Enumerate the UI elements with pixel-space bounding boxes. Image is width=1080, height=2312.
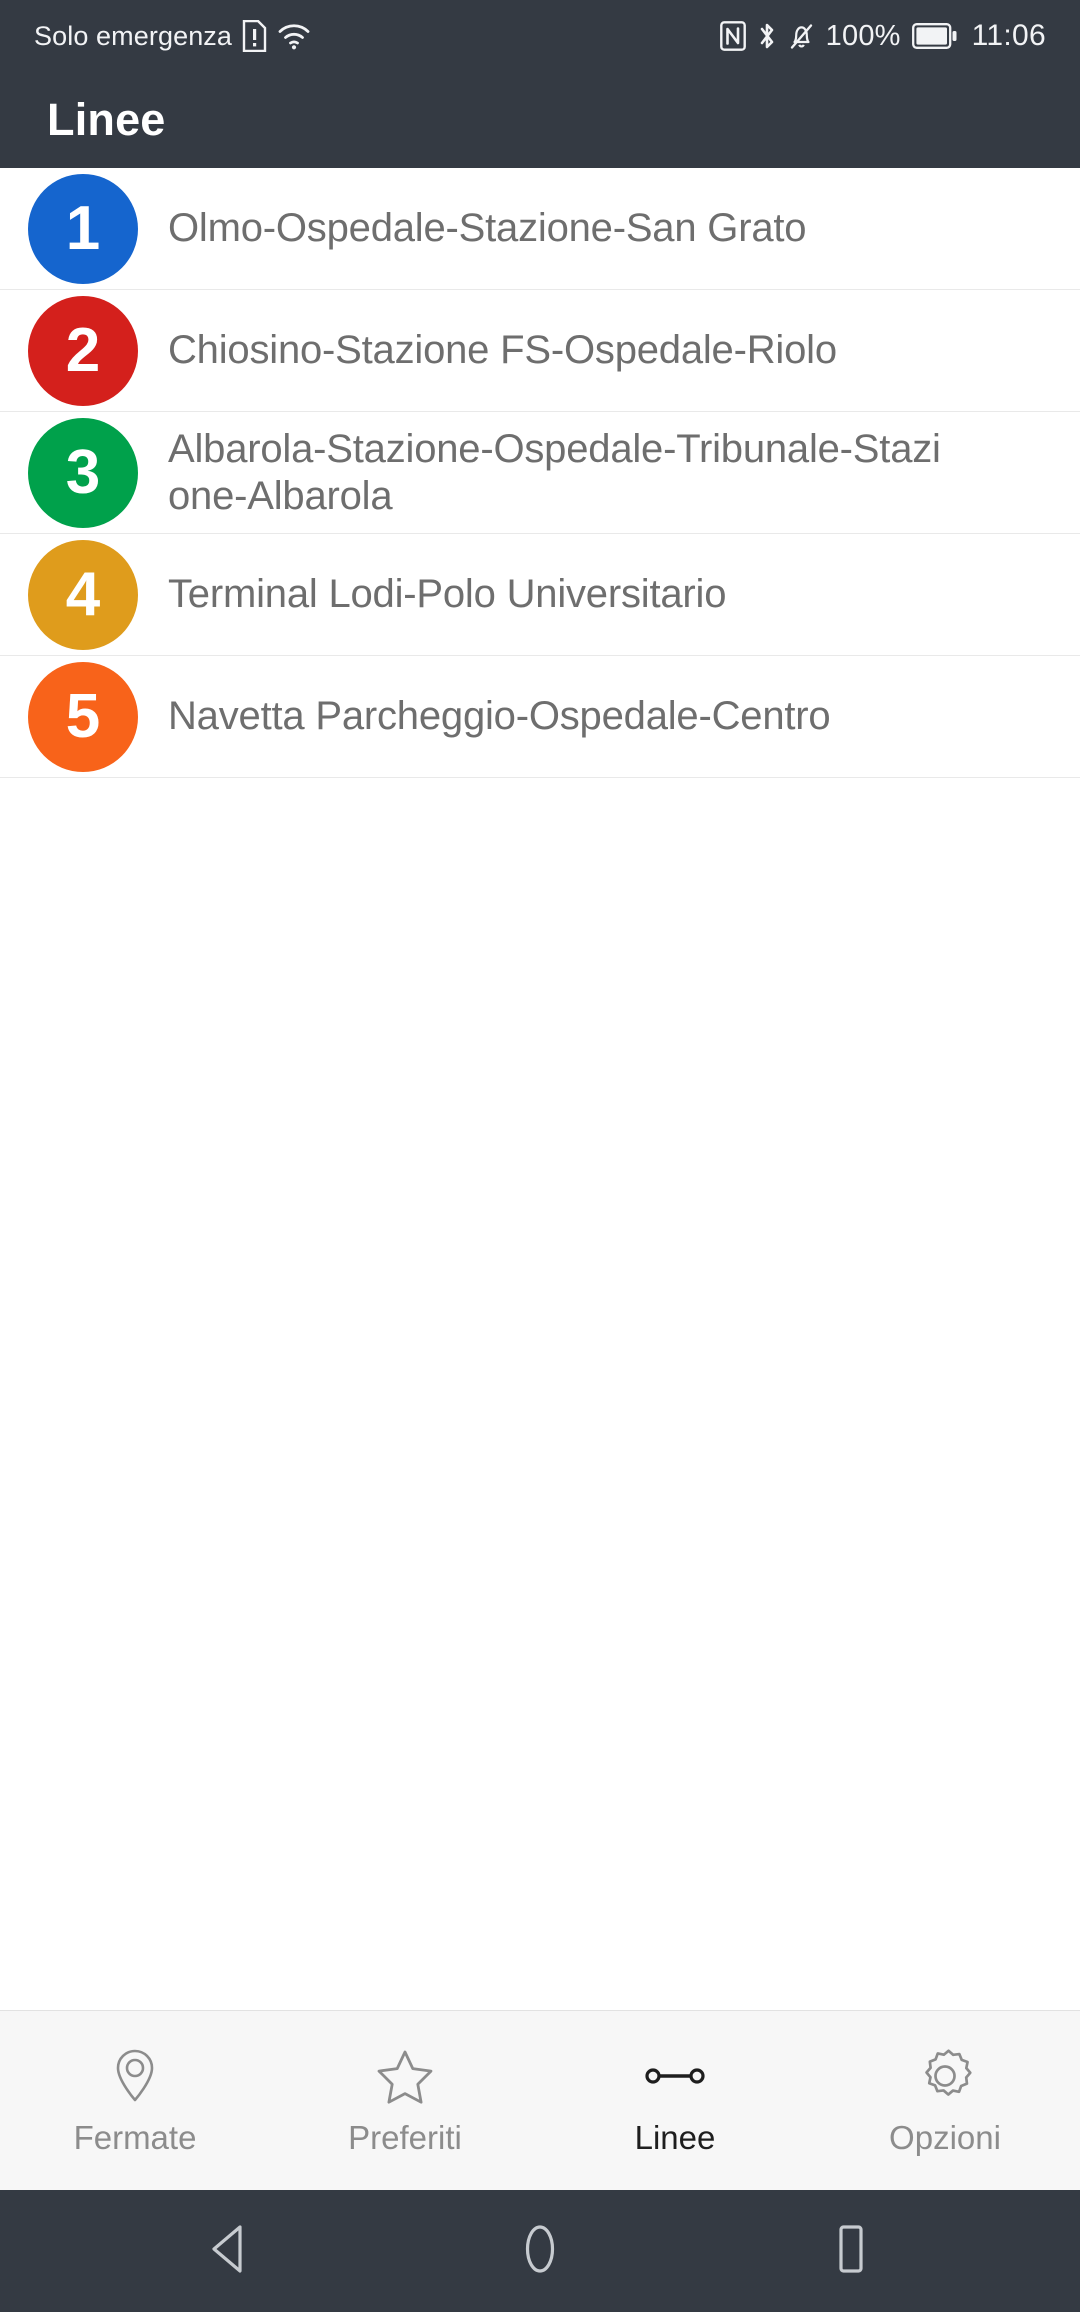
bluetooth-icon bbox=[757, 21, 777, 51]
status-bar-right: 100% 11:06 bbox=[719, 19, 1046, 52]
page-title: Linee bbox=[47, 94, 166, 145]
home-circle-icon bbox=[516, 2223, 564, 2280]
carrier-label: Solo emergenza bbox=[34, 20, 233, 51]
nav-label-preferiti: Preferiti bbox=[348, 2119, 462, 2156]
battery-percent-label: 100% bbox=[825, 19, 901, 52]
bell-muted-icon bbox=[788, 21, 815, 51]
line-badge: 3 bbox=[28, 417, 138, 528]
line-name-label: Chiosino-Stazione FS-Ospedale-Riolo bbox=[168, 328, 837, 373]
line-badge: 1 bbox=[28, 173, 138, 284]
bottom-navigation: Fermate Preferiti Linee Opzioni bbox=[0, 2010, 1080, 2190]
phone-screen: Solo emergenza 100% 11:06 Linee 1 Olmo-O… bbox=[0, 0, 1080, 2312]
line-name-label: Albarola-Stazione-Ospedale-Tribunale-Sta… bbox=[168, 427, 941, 518]
sim-alert-icon bbox=[242, 20, 267, 52]
list-item[interactable]: 5 Navetta Parcheggio-Ospedale-Centro bbox=[0, 656, 1080, 778]
nav-tab-preferiti[interactable]: Preferiti bbox=[270, 2011, 540, 2190]
nav-tab-linee[interactable]: Linee bbox=[540, 2011, 810, 2190]
list-item[interactable]: 1 Olmo-Ospedale-Stazione-San Grato bbox=[0, 168, 1080, 290]
line-badge: 5 bbox=[28, 661, 138, 772]
map-pin-icon bbox=[110, 2047, 160, 2105]
battery-full-icon bbox=[911, 23, 957, 49]
nav-label-fermate: Fermate bbox=[73, 2119, 197, 2156]
app-bar: Linee bbox=[0, 72, 1080, 168]
line-badge: 4 bbox=[28, 539, 138, 650]
line-name-label: Terminal Lodi-Polo Universitario bbox=[168, 572, 727, 617]
clock-label: 11:06 bbox=[971, 19, 1046, 52]
status-bar-left: Solo emergenza bbox=[34, 20, 311, 52]
list-item[interactable]: 4 Terminal Lodi-Polo Universitario bbox=[0, 534, 1080, 656]
route-line-icon bbox=[642, 2047, 708, 2105]
line-name-label: Navetta Parcheggio-Ospedale-Centro bbox=[168, 694, 831, 739]
android-navigation-bar bbox=[0, 2190, 1080, 2312]
line-badge: 2 bbox=[28, 295, 138, 406]
star-icon bbox=[376, 2047, 434, 2105]
nav-label-opzioni: Opzioni bbox=[889, 2119, 1001, 2156]
lines-list: 1 Olmo-Ospedale-Stazione-San Grato 2 Chi… bbox=[0, 168, 1080, 2010]
line-name-label: Olmo-Ospedale-Stazione-San Grato bbox=[168, 206, 807, 251]
gear-icon bbox=[916, 2047, 974, 2105]
android-recents-button[interactable] bbox=[739, 2223, 961, 2280]
list-item[interactable]: 3 Albarola-Stazione-Ospedale-Tribunale-S… bbox=[0, 412, 1080, 534]
android-home-button[interactable] bbox=[429, 2223, 651, 2280]
status-bar: Solo emergenza 100% 11:06 bbox=[0, 0, 1080, 72]
recents-square-icon bbox=[828, 2223, 872, 2280]
nav-label-linee: Linee bbox=[634, 2119, 716, 2156]
nfc-icon bbox=[719, 21, 746, 51]
wifi-icon bbox=[277, 21, 311, 51]
back-triangle-icon bbox=[208, 2224, 252, 2279]
nav-tab-opzioni[interactable]: Opzioni bbox=[810, 2011, 1080, 2190]
list-item[interactable]: 2 Chiosino-Stazione FS-Ospedale-Riolo bbox=[0, 290, 1080, 412]
nav-tab-fermate[interactable]: Fermate bbox=[0, 2011, 270, 2190]
android-back-button[interactable] bbox=[119, 2224, 341, 2279]
